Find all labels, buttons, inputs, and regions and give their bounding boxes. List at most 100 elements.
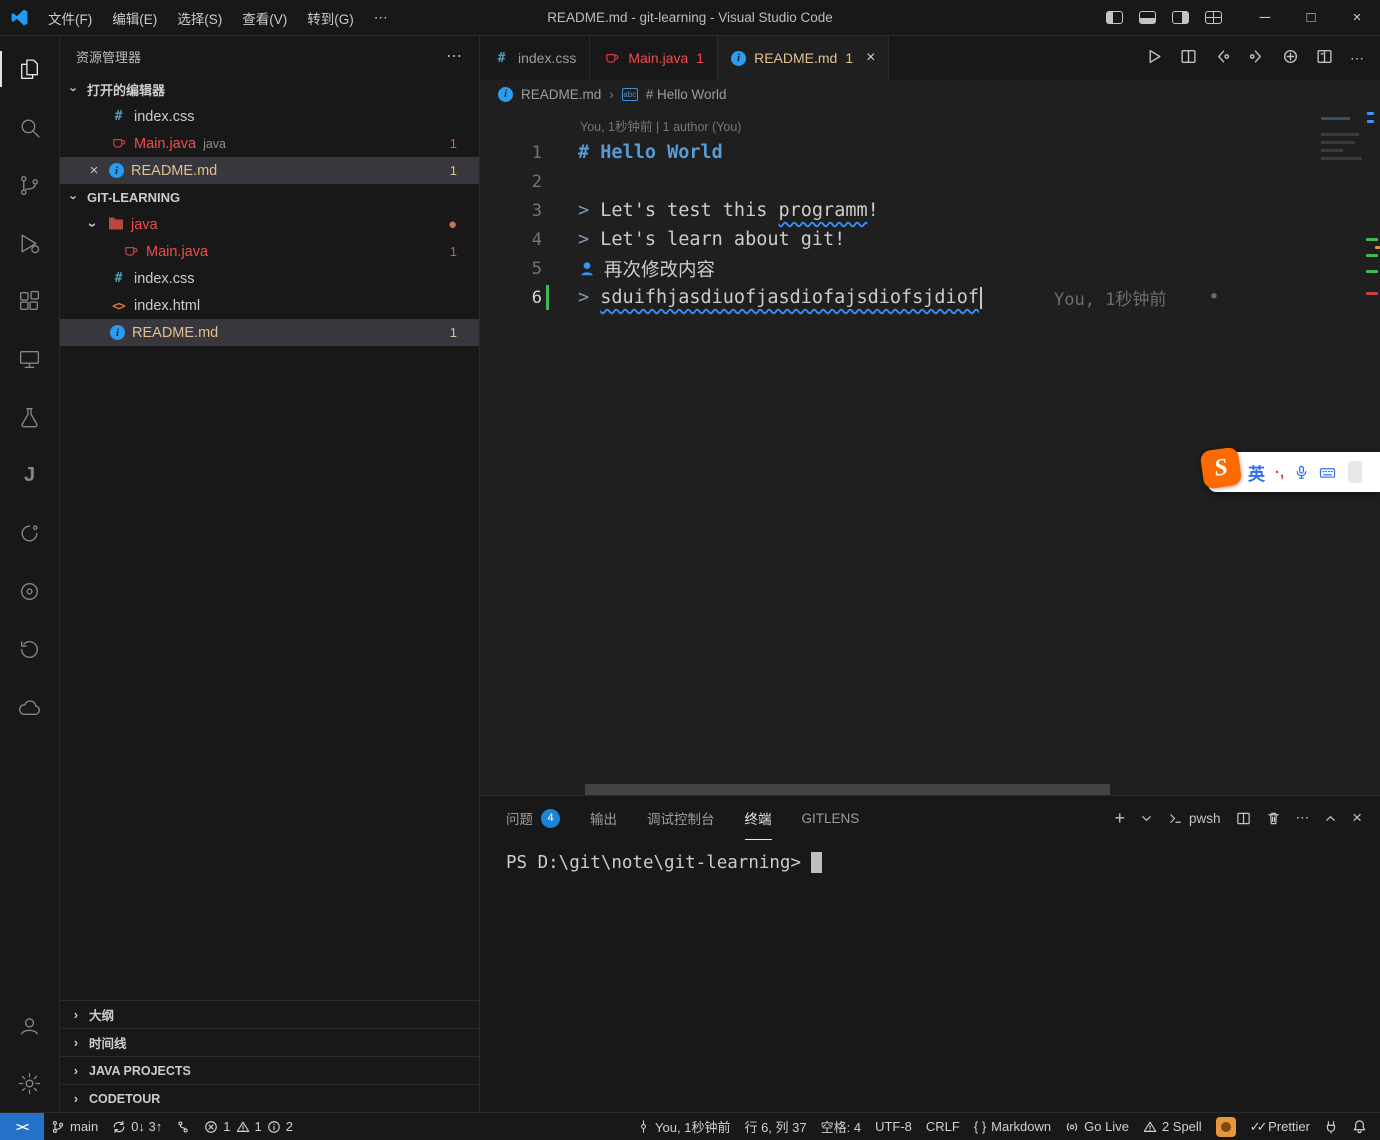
close-panel-icon[interactable]: × [1352, 808, 1362, 828]
horizontal-scrollbar[interactable] [480, 784, 1380, 795]
split-editor-icon[interactable] [1316, 48, 1333, 68]
cursor-position-item[interactable]: 行 6, 列 37 [737, 1113, 813, 1140]
editor-group: # index.css Main.java 1 i README.md 1 × [480, 36, 1380, 1112]
tree-item[interactable]: <> index.html [60, 292, 479, 319]
sidebar-more-icon[interactable]: ⋯ [446, 46, 463, 66]
terminal-output[interactable]: PS D:\git\note\git-learning> [480, 840, 1380, 1112]
breadcrumb-file[interactable]: README.md [521, 87, 601, 102]
next-change-icon[interactable] [1248, 48, 1265, 68]
scm-graph-icon[interactable] [169, 1113, 197, 1140]
more-actions-icon[interactable]: ⋯ [1350, 50, 1364, 67]
maximize-panel-icon[interactable] [1324, 812, 1337, 825]
open-editor-item-active[interactable]: × i README.md 1 [60, 157, 479, 184]
ime-keyboard-icon[interactable] [1319, 465, 1336, 480]
indentation-item[interactable]: 空格: 4 [814, 1113, 868, 1140]
history-icon[interactable] [0, 620, 60, 678]
split-terminal-icon[interactable] [1236, 811, 1251, 826]
tab-main-java[interactable]: Main.java 1 [590, 36, 718, 80]
settings-gear-icon[interactable] [0, 1054, 60, 1112]
branch-item[interactable]: main [44, 1113, 105, 1140]
search-icon[interactable] [0, 98, 60, 156]
close-icon[interactable]: × [86, 162, 102, 179]
open-editors-header[interactable]: › 打开的编辑器 [60, 76, 479, 103]
panel-tab-debug-console[interactable]: 调试控制台 [647, 796, 715, 840]
open-preview-icon[interactable] [1180, 48, 1197, 68]
tree-item-active[interactable]: i README.md 1 [60, 319, 479, 346]
source-control-icon[interactable] [0, 156, 60, 214]
java-extension-icon[interactable]: J [0, 446, 60, 504]
terminal-shell-item[interactable]: pwsh [1168, 811, 1221, 826]
docker-cloud-icon[interactable] [0, 678, 60, 736]
minimap[interactable] [1316, 112, 1364, 160]
ime-language-toggle[interactable]: 英 [1248, 460, 1265, 485]
tab-readme-md[interactable]: i README.md 1 × [718, 36, 889, 80]
gradle-icon[interactable] [0, 504, 60, 562]
ime-punctuation-icon[interactable]: ·, [1275, 464, 1284, 481]
panel-tab-problems[interactable]: 问题 4 [506, 796, 560, 840]
panel-tab-terminal[interactable]: 终端 [745, 796, 772, 840]
eol-item[interactable]: CRLF [919, 1113, 967, 1140]
sogou-logo-icon[interactable]: S [1200, 447, 1243, 490]
prev-change-icon[interactable] [1214, 48, 1231, 68]
encoding-item[interactable]: UTF-8 [868, 1113, 919, 1140]
notifications-bell-icon[interactable] [1345, 1113, 1374, 1140]
customize-layout-icon[interactable] [1205, 11, 1222, 24]
test-beaker-icon[interactable] [0, 388, 60, 446]
toggle-secondary-sidebar-icon[interactable] [1172, 11, 1189, 24]
remote-explorer-icon[interactable] [0, 330, 60, 388]
section-codetour[interactable]: › CODETOUR [60, 1084, 479, 1112]
new-terminal-icon[interactable]: + [1115, 808, 1126, 829]
menu-edit[interactable]: 编辑(E) [102, 4, 167, 32]
ime-toolbox-icon[interactable] [1348, 461, 1362, 483]
toggle-sidebar-icon[interactable] [1106, 11, 1123, 24]
panel-tab-output[interactable]: 输出 [590, 796, 617, 840]
sync-item[interactable]: 0↓ 3↑ [105, 1113, 169, 1140]
ime-mic-icon[interactable] [1294, 465, 1309, 480]
menu-goto[interactable]: 转到(G) [297, 4, 364, 32]
gitlens-compare-icon[interactable] [1282, 48, 1299, 68]
file-name: Main.java [146, 244, 208, 260]
menu-selection[interactable]: 选择(S) [167, 4, 232, 32]
menu-file[interactable]: 文件(F) [38, 4, 102, 32]
menu-more-icon[interactable]: ⋯ [364, 5, 398, 30]
scrollbar-thumb[interactable] [585, 784, 1110, 795]
extension-orange-item[interactable] [1209, 1113, 1243, 1140]
run-file-icon[interactable] [1146, 48, 1163, 68]
open-editor-item[interactable]: Main.java java 1 [60, 130, 479, 157]
tab-close-icon[interactable]: × [866, 49, 875, 67]
explorer-icon[interactable] [0, 40, 60, 98]
kill-terminal-icon[interactable] [1266, 811, 1281, 826]
section-timeline[interactable]: › 时间线 [60, 1028, 479, 1056]
menu-view[interactable]: 查看(V) [232, 4, 297, 32]
toggle-panel-icon[interactable] [1139, 11, 1156, 24]
codetour-record-icon[interactable] [0, 562, 60, 620]
run-debug-icon[interactable] [0, 214, 60, 272]
close-button[interactable]: × [1334, 0, 1380, 36]
section-outline[interactable]: › 大纲 [60, 1000, 479, 1028]
account-icon[interactable] [0, 996, 60, 1054]
tree-item[interactable]: # index.css [60, 265, 479, 292]
project-root-header[interactable]: › GIT-LEARNING [60, 184, 479, 211]
extensions-icon[interactable] [0, 272, 60, 330]
tab-index-css[interactable]: # index.css [480, 36, 590, 80]
language-mode-item[interactable]: { } Markdown [967, 1113, 1058, 1140]
problems-item[interactable]: 1 1 2 [197, 1113, 300, 1140]
panel-tab-gitlens[interactable]: GITLENS [802, 796, 860, 840]
codelens-annotation[interactable]: You, 1秒钟前 | 1 author (You) [580, 116, 741, 135]
maximize-button[interactable]: □ [1288, 0, 1334, 36]
gitlens-blame-item[interactable]: You, 1秒钟前 [630, 1113, 737, 1140]
panel-more-icon[interactable]: ⋯ [1296, 810, 1310, 826]
tree-item[interactable]: Main.java 1 [60, 238, 479, 265]
minimize-button[interactable]: ─ [1242, 0, 1288, 36]
spell-checker-item[interactable]: 2 Spell [1136, 1113, 1209, 1140]
remote-indicator[interactable]: >< [0, 1113, 44, 1140]
terminal-dropdown-icon[interactable] [1140, 812, 1153, 825]
code-editor[interactable]: You, 1秒钟前 | 1 author (You) 1 # Hello Wor… [480, 108, 1380, 784]
tree-folder-java[interactable]: › java ● [60, 211, 479, 238]
go-live-item[interactable]: Go Live [1058, 1113, 1136, 1140]
breadcrumb-symbol[interactable]: # Hello World [646, 87, 727, 102]
prettier-item[interactable]: ✓✓ Prettier [1243, 1113, 1317, 1140]
plug-item[interactable] [1317, 1113, 1345, 1140]
section-java-projects[interactable]: › JAVA PROJECTS [60, 1056, 479, 1084]
open-editor-item[interactable]: # index.css [60, 103, 479, 130]
